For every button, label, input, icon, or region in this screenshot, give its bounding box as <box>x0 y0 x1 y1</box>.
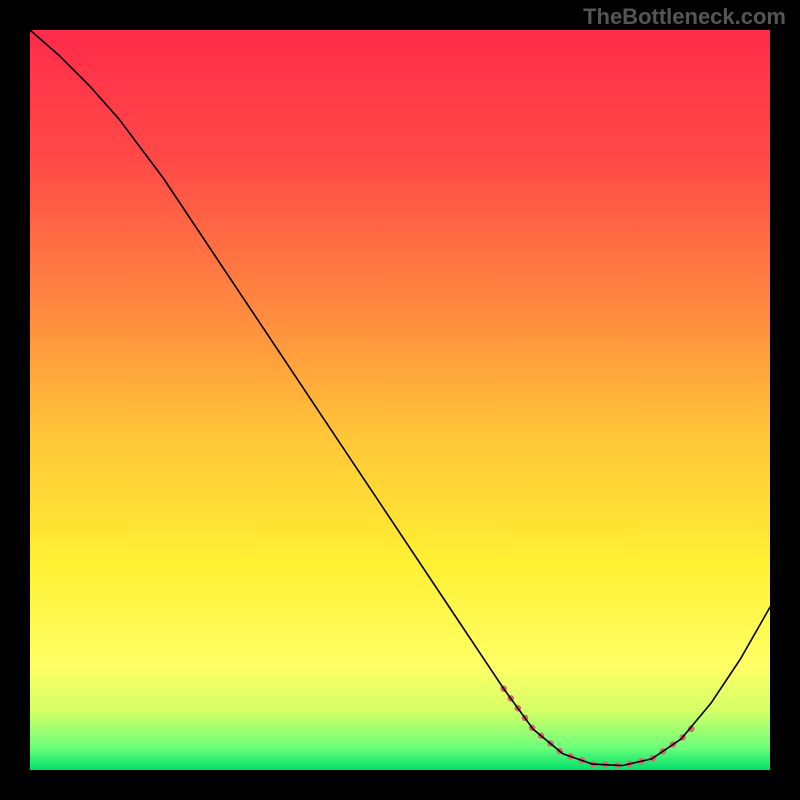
gradient-background <box>30 30 770 770</box>
watermark-text: TheBottleneck.com <box>583 4 786 30</box>
chart-svg <box>30 30 770 770</box>
chart-area <box>30 30 770 770</box>
